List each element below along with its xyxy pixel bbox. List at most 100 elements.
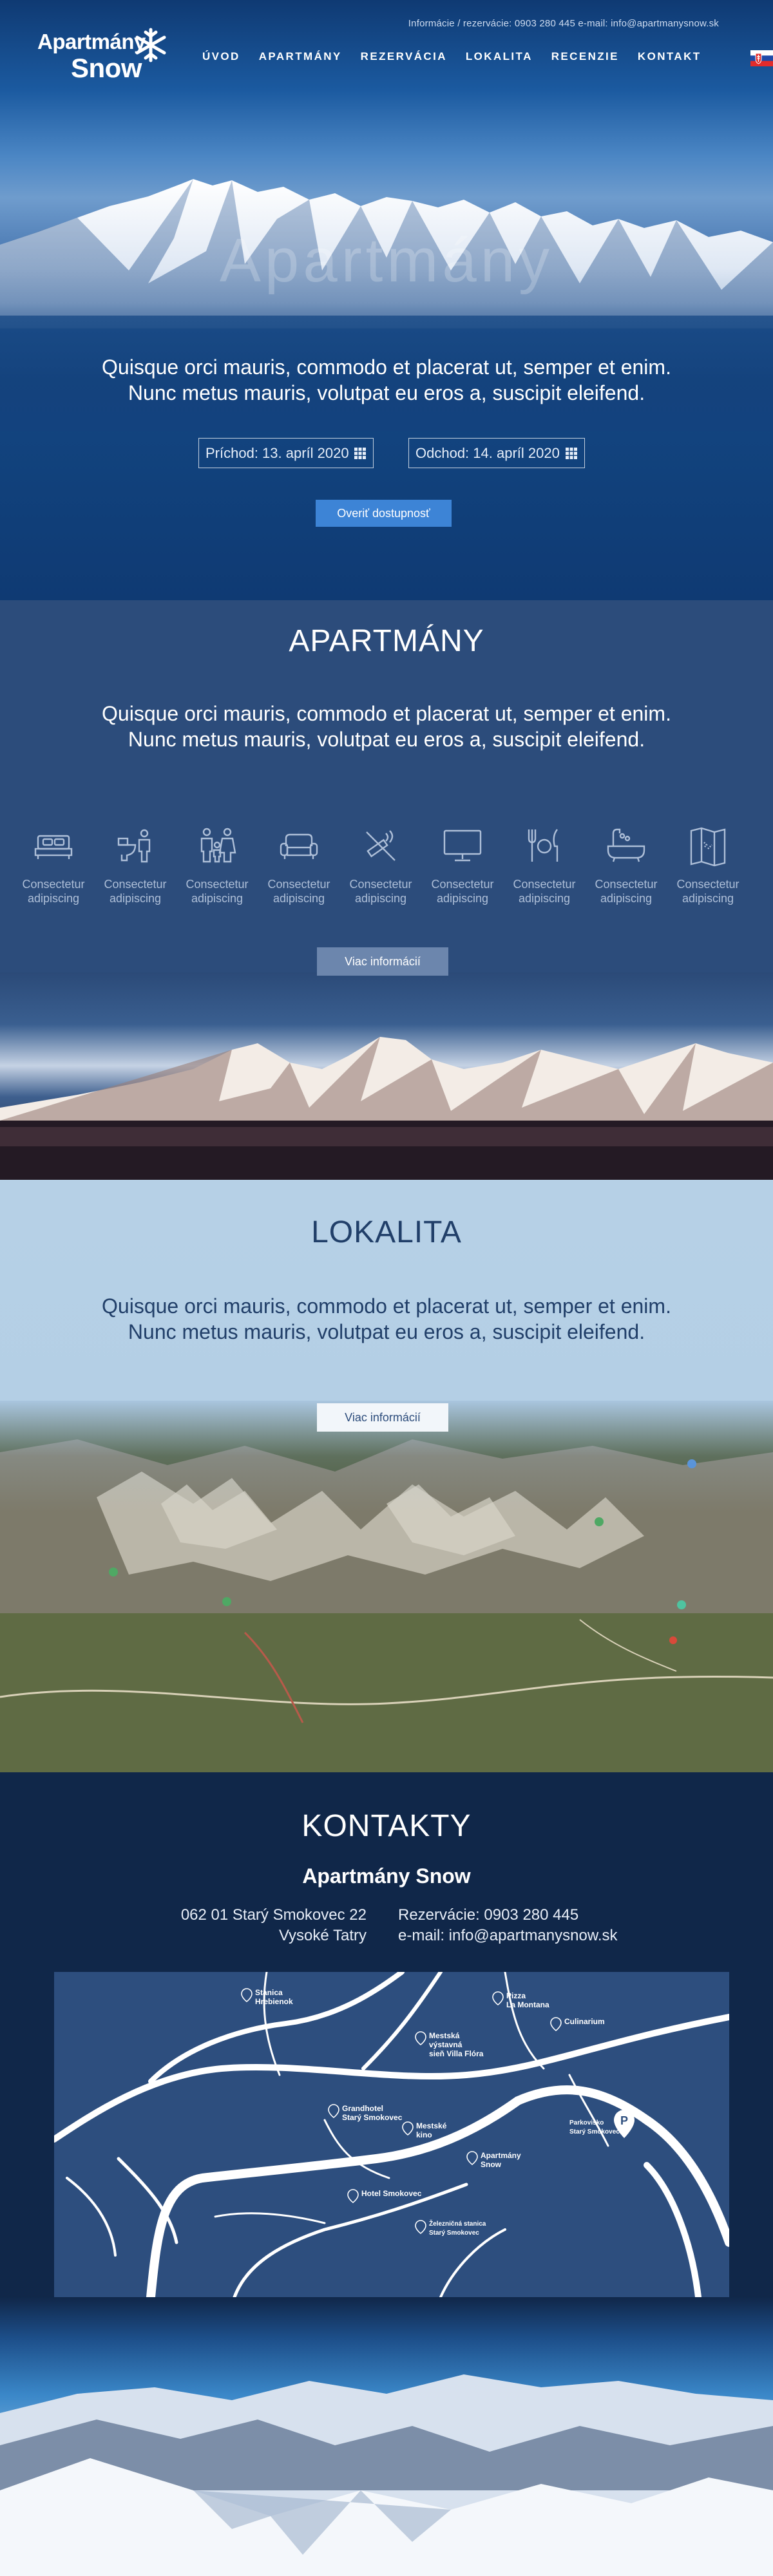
- map-pin-icon: [466, 2151, 478, 2165]
- map-pin-icon: [415, 2220, 426, 2234]
- amenity-item: Consectetur adipiscing: [340, 823, 421, 905]
- amenity-label: Consectetur: [186, 878, 249, 891]
- amenity-label: Consectetur: [22, 878, 85, 891]
- poi-label: Grandhotel: [342, 2104, 384, 2113]
- poi-label: Starý Smokovec: [569, 2128, 620, 2136]
- poi-label: Hotel Smokovec: [361, 2189, 422, 2198]
- poi-label: Mestská: [429, 2031, 460, 2040]
- dining-icon: [528, 829, 558, 862]
- map-pin-icon: [328, 2104, 339, 2118]
- nav-recenzie[interactable]: RECENZIE: [551, 50, 619, 63]
- amenity-label: Consectetur: [104, 878, 167, 891]
- poi-label: Snow: [481, 2160, 501, 2169]
- address-line2: Vysoké Tatry: [278, 1927, 367, 1944]
- apartments-title: APARTMÁNY: [289, 624, 484, 658]
- amenity-item: Consectetur adipiscing: [177, 823, 258, 905]
- apartments-more-button[interactable]: Viac informácií: [317, 947, 448, 976]
- arrival-date-value: Príchod: 13. apríl 2020: [205, 444, 349, 461]
- calendar-icon[interactable]: [354, 447, 367, 460]
- contact-address: 062 01 Starý Smokovec 22 Vysoké Tatry: [0, 1905, 367, 1946]
- map-icon: [690, 827, 726, 867]
- map-poi[interactable]: Stanica Hrebienok: [241, 1988, 293, 2006]
- map-poi[interactable]: Culinarium: [550, 2017, 605, 2031]
- map-pin-icon: [415, 2031, 426, 2045]
- poi-label: Železničná stanica: [429, 2221, 486, 2228]
- amenity-label: adipiscing: [518, 892, 571, 905]
- amenity-label: adipiscing: [436, 892, 489, 905]
- poi-label: Culinarium: [564, 2017, 605, 2026]
- map-poi[interactable]: Mestská výstavná sieň Villa Flóra: [415, 2031, 483, 2058]
- amenity-label: adipiscing: [109, 892, 162, 905]
- map-pin-icon: [492, 1991, 504, 2005]
- amenity-item: Consectetur adipiscing: [95, 823, 176, 905]
- map-poi[interactable]: Hotel Smokovec: [347, 2189, 421, 2203]
- apartments-intro-text: Quisque orci mauris, commodo et placerat…: [0, 701, 773, 752]
- departure-date-input[interactable]: Odchod: 14. apríl 2020: [408, 438, 585, 468]
- contacts-title: KONTAKTY: [301, 1809, 472, 1843]
- amenity-label: adipiscing: [354, 892, 407, 905]
- map-pin-icon: [550, 2017, 562, 2031]
- apartments-text-line1: Quisque orci mauris, commodo et placerat…: [102, 702, 671, 725]
- amenity-item: Consectetur adipiscing: [667, 823, 749, 905]
- apartments-mountain-image: [0, 972, 773, 1180]
- poi-label: Mestské: [416, 2121, 447, 2130]
- logo-text-apartmany: Apartmány: [37, 30, 146, 53]
- map-pin-icon: [347, 2189, 359, 2203]
- nav-uvod[interactable]: ÚVOD: [202, 50, 240, 63]
- flag-slovakia-icon[interactable]: [750, 50, 773, 66]
- footer-mountain-image: [0, 2297, 773, 2576]
- poi-label: sieň Villa Flóra: [429, 2049, 484, 2058]
- bed-icon: [34, 835, 73, 859]
- location-text-line1: Quisque orci mauris, commodo et placerat…: [102, 1294, 671, 1318]
- amenity-label: Consectetur: [513, 878, 576, 891]
- hero-text-line1: Quisque orci mauris, commodo et placerat…: [102, 355, 671, 379]
- map-poi[interactable]: Parkovisko Starý Smokovec: [569, 2119, 620, 2137]
- nav-rezervacia[interactable]: REZERVÁCIA: [361, 50, 447, 63]
- main-nav: ÚVOD APARTMÁNY REZERVÁCIA LOKALITA RECEN…: [202, 50, 720, 63]
- location-more-button[interactable]: Viac informácií: [317, 1403, 448, 1432]
- location-satellite-map[interactable]: [0, 1401, 773, 1772]
- hero-intro-text: Quisque orci mauris, commodo et placerat…: [0, 354, 773, 406]
- nav-apartmany[interactable]: APARTMÁNY: [259, 50, 342, 63]
- amenity-label: adipiscing: [272, 892, 325, 905]
- amenity-label: Consectetur: [676, 878, 740, 891]
- nav-lokalita[interactable]: LOKALITA: [466, 50, 533, 63]
- hero-text-line2: Nunc metus mauris, volutpat eu eros a, s…: [128, 381, 645, 404]
- map-poi[interactable]: Grandhotel Starý Smokovec: [328, 2104, 402, 2122]
- contact-phone[interactable]: Rezervácie: 0903 280 445: [398, 1905, 618, 1926]
- amenity-item: Consectetur adipiscing: [504, 823, 585, 905]
- address-line1: 062 01 Starý Smokovec 22: [180, 1906, 367, 1924]
- map-poi[interactable]: Železničná stanica Starý Smokovec: [415, 2220, 486, 2238]
- top-contact-info: Informácie / rezervácie: 0903 280 445 e-…: [408, 18, 719, 29]
- company-name: Apartmány Snow: [302, 1864, 471, 1888]
- poi-label: kino: [416, 2130, 432, 2139]
- departure-date-value: Odchod: 14. apríl 2020: [415, 444, 560, 461]
- location-title: LOKALITA: [311, 1215, 462, 1249]
- hero-watermark-title: Apartmány: [219, 226, 554, 295]
- amenity-label: Consectetur: [595, 878, 658, 891]
- city-map[interactable]: P Stanica Hrebienok Pizza La Montana Culin…: [54, 1972, 729, 2297]
- map-poi[interactable]: Pizza La Montana: [492, 1991, 549, 2009]
- no-smoking-icon: [366, 830, 396, 861]
- amenity-item: Consectetur adipiscing: [258, 823, 339, 905]
- map-poi-apartments-snow[interactable]: Apartmány Snow: [466, 2151, 521, 2169]
- poi-label: výstavná: [429, 2040, 463, 2049]
- location-intro-text: Quisque orci mauris, commodo et placerat…: [0, 1293, 773, 1345]
- amenity-label: Consectetur: [431, 878, 494, 891]
- nav-kontakt[interactable]: KONTAKT: [638, 50, 701, 63]
- amenity-item: Consectetur adipiscing: [586, 823, 667, 905]
- logo[interactable]: Apartmány Snow: [37, 26, 173, 87]
- map-poi[interactable]: Mestské kino: [402, 2121, 446, 2139]
- sofa-icon: [280, 833, 318, 859]
- poi-label: Starý Smokovec: [429, 2230, 479, 2237]
- apartments-text-line2: Nunc metus mauris, volutpat eu eros a, s…: [128, 728, 645, 751]
- hero-section: Informácie / rezervácie: 0903 280 445 e-…: [0, 0, 773, 600]
- arrival-date-input[interactable]: Príchod: 13. apríl 2020: [198, 438, 374, 468]
- contact-email[interactable]: e-mail: info@apartmanysnow.sk: [398, 1926, 618, 1946]
- poi-label: Pizza: [506, 1991, 526, 2000]
- amenity-label: adipiscing: [27, 892, 80, 905]
- tv-icon: [443, 829, 482, 862]
- calendar-icon[interactable]: [565, 447, 578, 460]
- check-availability-button[interactable]: Overiť dostupnosť: [316, 500, 452, 527]
- map-pin-icon: [402, 2121, 414, 2136]
